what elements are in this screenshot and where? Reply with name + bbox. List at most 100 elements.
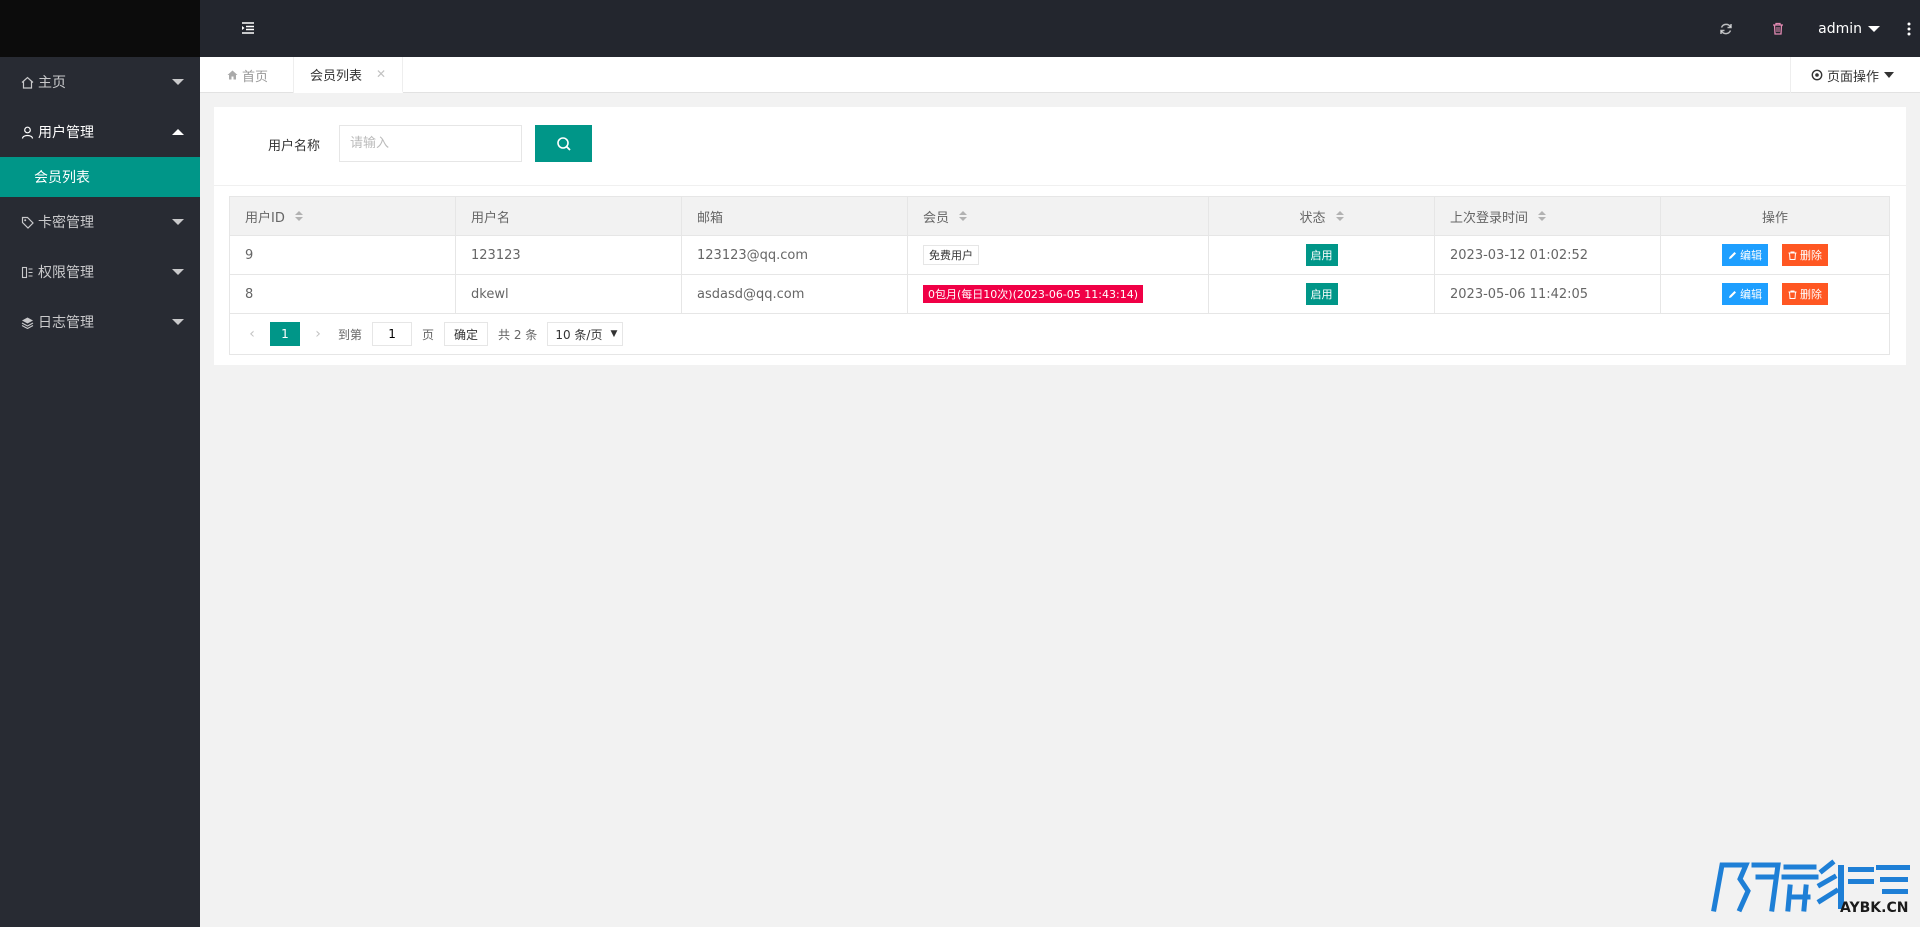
column-header-member[interactable]: 会员 <box>908 197 1209 235</box>
user-menu[interactable]: admin <box>1804 21 1898 37</box>
permissions-icon <box>19 266 35 279</box>
total-count: 共 2 条 <box>498 327 538 342</box>
page-operations-menu[interactable]: 页面操作 <box>1790 57 1920 93</box>
top-header: admin <box>200 0 1920 57</box>
sidebar-subnav: 会员列表 <box>0 157 200 197</box>
cell-last-login: 2023-05-06 11:42:05 <box>1435 275 1661 313</box>
logo-area <box>0 0 200 57</box>
page-size-value: 10 条/页 <box>555 327 603 342</box>
page-size-select[interactable]: 10 条/页 ▼ <box>547 322 624 346</box>
member-badge: 0包月(每日10次)(2023-06-05 11:43:14) <box>923 285 1143 303</box>
trash-icon[interactable] <box>1752 22 1804 35</box>
column-header-email: 邮箱 <box>682 197 908 235</box>
chevron-down-icon <box>172 219 184 225</box>
sort-icon[interactable] <box>1538 211 1547 221</box>
watermark-text: AYBK.CN <box>1840 900 1908 915</box>
sidebar-item-permissions[interactable]: 权限管理 <box>0 247 200 297</box>
goto-confirm-button[interactable]: 确定 <box>444 322 489 346</box>
cell-email: 123123@qq.com <box>682 236 908 274</box>
caret-down-icon: ▼ <box>610 329 618 339</box>
delete-button[interactable]: 删除 <box>1782 283 1828 305</box>
chevron-down-icon <box>172 269 184 275</box>
column-header-username: 用户名 <box>456 197 682 235</box>
sidebar-item-home[interactable]: 主页 <box>0 57 200 107</box>
delete-label: 删除 <box>1800 288 1822 301</box>
column-header-label: 上次登录时间 <box>1450 210 1529 226</box>
cell-last-login: 2023-03-12 01:02:52 <box>1435 236 1661 274</box>
cell-member: 免费用户 <box>908 236 1209 274</box>
column-header-actions: 操作 <box>1661 197 1889 235</box>
sidebar-subitem-member-list[interactable]: 会员列表 <box>0 157 200 197</box>
tab-label: 会员列表 <box>310 68 363 84</box>
delete-button[interactable]: 删除 <box>1782 244 1828 266</box>
caret-down-icon <box>1884 72 1895 78</box>
sidebar-item-cards[interactable]: 卡密管理 <box>0 197 200 247</box>
goto-page-input[interactable] <box>372 322 413 346</box>
main-card: 用户名称 用户ID 用户名 邮箱 会员 状态 上次登录时间 操作 9 12312… <box>214 107 1906 365</box>
username: admin <box>1818 20 1862 37</box>
layers-icon <box>19 316 35 329</box>
refresh-icon[interactable] <box>1700 22 1752 36</box>
home-icon <box>227 70 238 80</box>
pagination: ‹ 1 › 到第 页 确定 共 2 条 10 条/页 ▼ <box>230 314 1889 354</box>
sidebar-item-label: 权限管理 <box>38 265 94 281</box>
sidebar-item-label: 主页 <box>38 75 66 91</box>
header-actions: admin <box>1700 0 1920 57</box>
sort-icon[interactable] <box>294 211 303 221</box>
tab-home[interactable]: 首页 <box>200 57 294 93</box>
chevron-down-icon <box>172 319 184 325</box>
menu-toggle-icon[interactable] <box>240 20 256 36</box>
table-header-row: 用户ID 用户名 邮箱 会员 状态 上次登录时间 操作 <box>230 197 1889 236</box>
table-row: 8 dkewl asdasd@qq.com 0包月(每日10次)(2023-06… <box>230 275 1889 314</box>
search-icon <box>556 136 572 152</box>
sidebar-item-users[interactable]: 用户管理 <box>0 107 200 157</box>
sort-icon[interactable] <box>1335 211 1344 221</box>
user-icon <box>19 126 35 139</box>
cell-actions: 编辑 删除 <box>1661 275 1889 313</box>
column-header-label: 用户名 <box>471 210 511 226</box>
delete-label: 删除 <box>1800 249 1822 262</box>
cell-id: 8 <box>230 275 456 313</box>
member-table: 用户ID 用户名 邮箱 会员 状态 上次登录时间 操作 9 123123 123… <box>229 196 1890 355</box>
tab-member-list[interactable]: 会员列表 ✕ <box>294 57 403 93</box>
close-icon[interactable]: ✕ <box>376 67 386 81</box>
sidebar-item-logs[interactable]: 日志管理 <box>0 297 200 347</box>
column-header-label: 会员 <box>923 210 950 226</box>
edit-label: 编辑 <box>1740 249 1762 262</box>
current-page[interactable]: 1 <box>270 322 300 346</box>
prev-page-icon[interactable]: ‹ <box>242 326 262 342</box>
cell-username: 123123 <box>456 236 682 274</box>
column-header-status[interactable]: 状态 <box>1209 197 1435 235</box>
trash-icon <box>1788 290 1797 299</box>
column-header-id[interactable]: 用户ID <box>230 197 456 235</box>
pencil-icon <box>1728 290 1737 299</box>
sidebar-item-label: 日志管理 <box>38 315 94 331</box>
next-page-icon[interactable]: › <box>308 326 328 342</box>
more-vertical-icon[interactable] <box>1898 22 1920 36</box>
goto-label: 到第 <box>338 327 363 342</box>
edit-button[interactable]: 编辑 <box>1722 283 1768 305</box>
tag-icon <box>19 216 35 229</box>
search-label: 用户名称 <box>268 139 321 154</box>
cell-email: asdasd@qq.com <box>682 275 908 313</box>
search-button[interactable] <box>535 125 592 162</box>
sort-icon[interactable] <box>959 211 968 221</box>
edit-button[interactable]: 编辑 <box>1722 244 1768 266</box>
search-input[interactable] <box>339 125 522 162</box>
column-header-label: 状态 <box>1299 210 1326 226</box>
sidebar-item-label: 卡密管理 <box>38 215 94 231</box>
status-badge: 启用 <box>1305 244 1338 266</box>
table-row: 9 123123 123123@qq.com 免费用户 启用 2023-03-1… <box>230 236 1889 275</box>
search-form: 用户名称 <box>214 107 1906 186</box>
home-icon <box>19 76 35 89</box>
chevron-down-icon <box>172 79 184 85</box>
page-operations-label: 页面操作 <box>1827 69 1880 85</box>
trash-icon <box>1788 251 1797 260</box>
page-unit-label: 页 <box>422 327 435 342</box>
cell-id: 9 <box>230 236 456 274</box>
column-header-last-login[interactable]: 上次登录时间 <box>1435 197 1661 235</box>
cell-member: 0包月(每日10次)(2023-06-05 11:43:14) <box>908 275 1209 313</box>
sidebar-item-label: 用户管理 <box>38 125 94 141</box>
column-header-label: 用户ID <box>245 210 285 226</box>
target-icon <box>1811 69 1823 81</box>
